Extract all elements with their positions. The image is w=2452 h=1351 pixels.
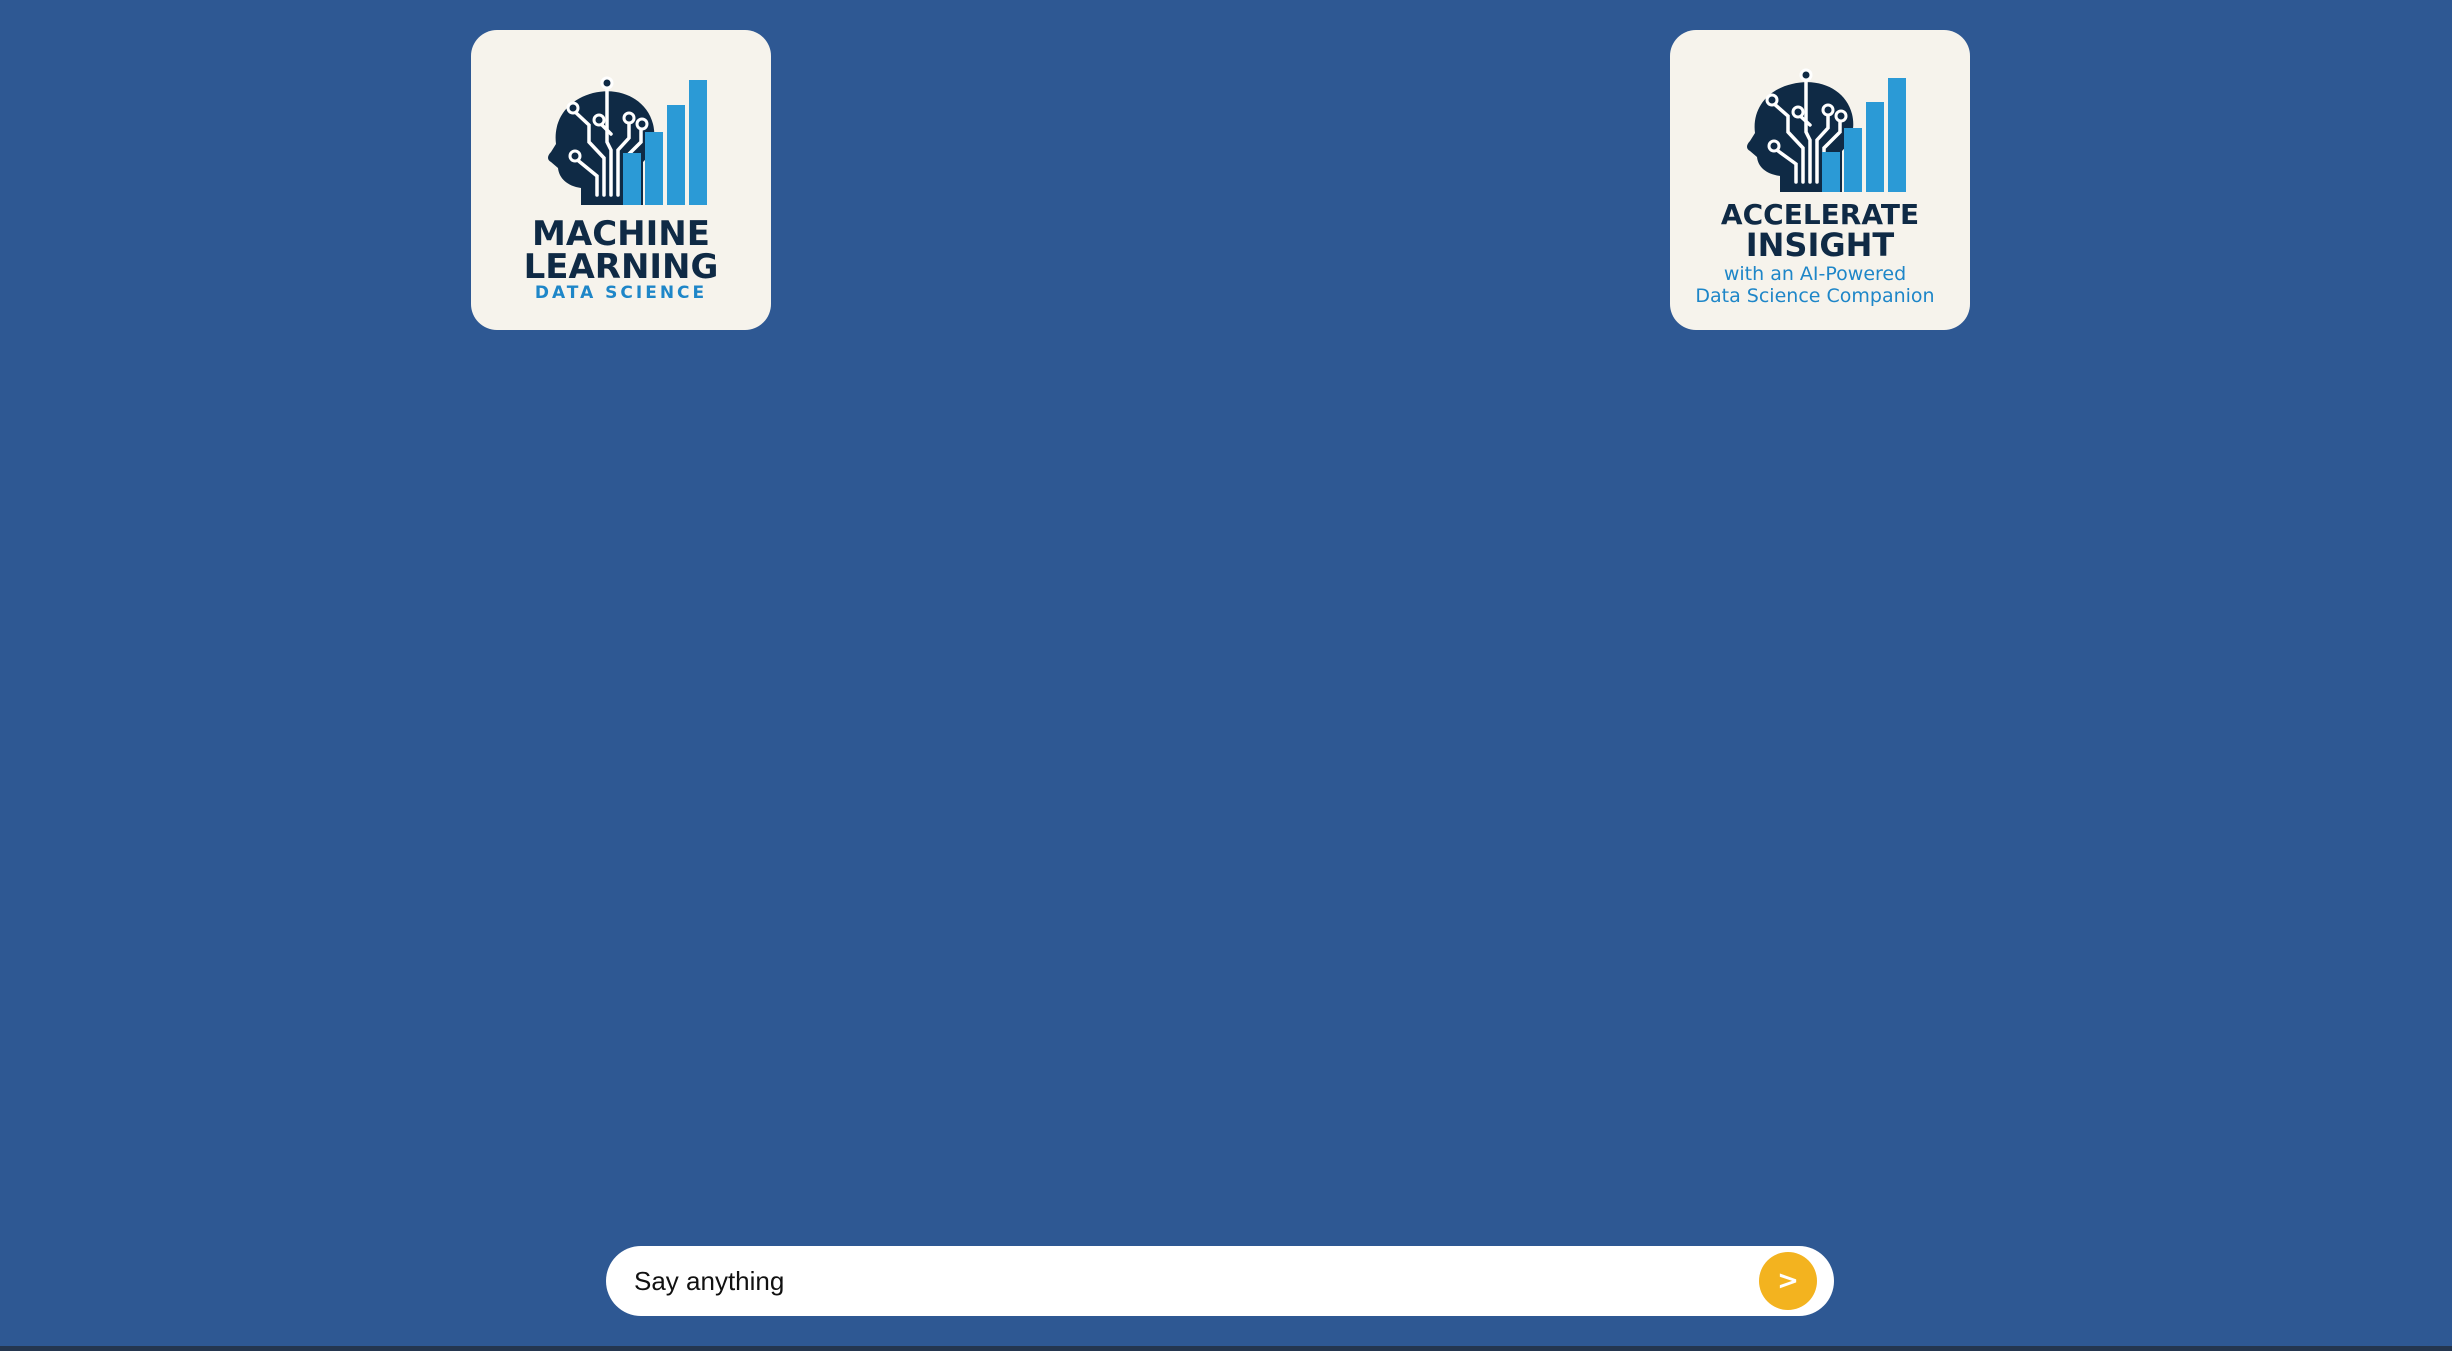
accelerate-insight-logo: ACCELERATE INSIGHT with an AI-Powered Da… [1670, 30, 1970, 330]
send-button[interactable]: > [1759, 1252, 1817, 1310]
chat-input-bar: > [606, 1246, 1834, 1316]
head-circuit-chart-icon: ACCELERATE INSIGHT with an AI-Powered Da… [1695, 68, 1935, 307]
logo-right-line4: Data Science Companion [1695, 285, 1934, 307]
head-circuit-chart-icon: MACHINE LEARNING DATA SCIENCE [524, 76, 719, 303]
logo-right-line3: with an AI-Powered [1724, 263, 1906, 285]
logo-left-line3: DATA SCIENCE [535, 283, 707, 303]
app-page: MACHINE LEARNING DATA SCIENCE ACCELERATE… [0, 0, 2452, 1351]
chat-input[interactable] [634, 1257, 1734, 1305]
send-arrow-icon: > [1777, 1266, 1799, 1296]
machine-learning-logo: MACHINE LEARNING DATA SCIENCE [471, 30, 771, 330]
logo-left-line2: LEARNING [524, 247, 719, 287]
bottom-edge-divider [0, 1346, 2452, 1351]
logo-right-line2: INSIGHT [1746, 226, 1895, 264]
